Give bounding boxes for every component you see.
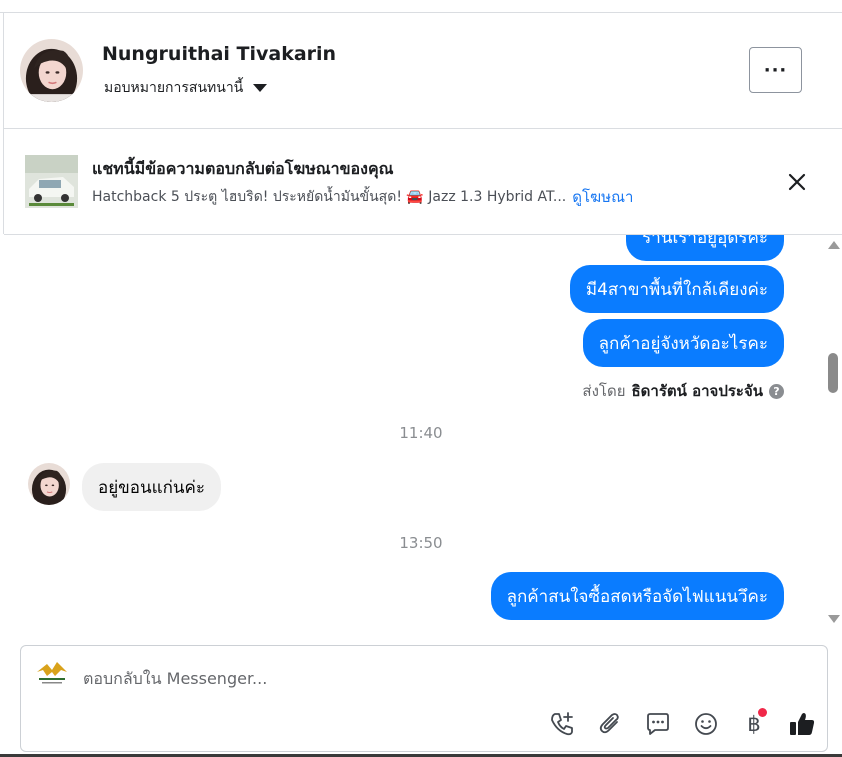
composer-toolbar: ฿ <box>545 708 819 740</box>
reply-input[interactable] <box>83 664 783 692</box>
message-thread: ร้านเราอยู่อุดรค่ะ มี4สาขาพื้นที่ใกล้เคี… <box>0 235 824 630</box>
scroll-up-arrow-icon[interactable] <box>828 241 840 249</box>
outgoing-message[interactable]: ลูกค้าอยู่จังหวัดอะไรคะ <box>582 319 784 367</box>
outgoing-message[interactable]: ลูกค้าสนใจซื้อสดหรือจัดไฟแนนวึคะ <box>490 572 784 620</box>
phone-add-icon[interactable] <box>545 708 579 740</box>
scroll-thumb[interactable] <box>828 353 838 393</box>
sender-name: ธิดารัตน์ อาจประจัน <box>631 382 764 400</box>
scroll-down-arrow-icon[interactable] <box>828 615 840 623</box>
outgoing-message[interactable]: มี4สาขาพื้นที่ใกล้เคียงค่ะ <box>569 265 784 313</box>
caret-down-icon <box>253 84 268 92</box>
thread-scrollbar[interactable] <box>824 235 842 630</box>
ad-banner-title: แชทนี้มีข้อความตอบกลับต่อโฆษณาของคุณ <box>92 159 394 178</box>
ad-reply-banner: แชทนี้มีข้อความตอบกลับต่อโฆษณาของคุณ Hat… <box>4 129 842 235</box>
conversation-header: Nungruithai Tivakarin มอบหมายการสนทนานี้… <box>4 13 842 129</box>
reply-composer: ฿ <box>20 645 828 752</box>
outgoing-message[interactable]: ร้านเราอยู่อุดรค่ะ <box>626 235 784 261</box>
sent-by-label: ส่งโดย ธิดารัตน์ อาจประจัน ? <box>582 379 784 403</box>
message-timestamp: 11:40 <box>399 424 443 442</box>
thumbs-up-icon[interactable] <box>785 708 819 740</box>
page-logo <box>33 658 71 688</box>
view-ad-link[interactable]: ดูโฆษณา <box>572 185 633 209</box>
messenger-inbox-conversation: Nungruithai Tivakarin มอบหมายการสนทนานี้… <box>0 0 842 757</box>
more-options-button[interactable]: ··· <box>749 47 802 93</box>
assign-conversation-dropdown[interactable]: มอบหมายการสนทนานี้ <box>104 77 268 99</box>
notification-dot <box>758 708 767 717</box>
ad-banner-subtitle-row: Hatchback 5 ประตู ไฮบริด! ประหยัดน้ำมันข… <box>92 185 633 209</box>
chat-bubble-icon[interactable] <box>641 708 675 740</box>
message-timestamp: 13:50 <box>399 534 443 552</box>
close-icon[interactable] <box>784 169 810 195</box>
ad-banner-subtitle: Hatchback 5 ประตู ไฮบริด! ประหยัดน้ำมันข… <box>92 189 567 205</box>
contact-avatar-small[interactable] <box>28 463 70 505</box>
emoji-icon[interactable] <box>689 708 723 740</box>
contact-name[interactable]: Nungruithai Tivakarin <box>102 43 336 65</box>
assign-conversation-label: มอบหมายการสนทนานี้ <box>104 80 244 96</box>
baht-payment-icon[interactable]: ฿ <box>737 708 771 740</box>
help-icon[interactable]: ? <box>769 383 784 399</box>
sent-by-prefix: ส่งโดย <box>582 382 626 400</box>
ad-thumbnail[interactable] <box>25 155 78 208</box>
paperclip-icon[interactable] <box>593 708 627 740</box>
contact-avatar[interactable] <box>20 39 83 102</box>
incoming-message[interactable]: อยู่ขอนแก่นค่ะ <box>82 463 221 511</box>
